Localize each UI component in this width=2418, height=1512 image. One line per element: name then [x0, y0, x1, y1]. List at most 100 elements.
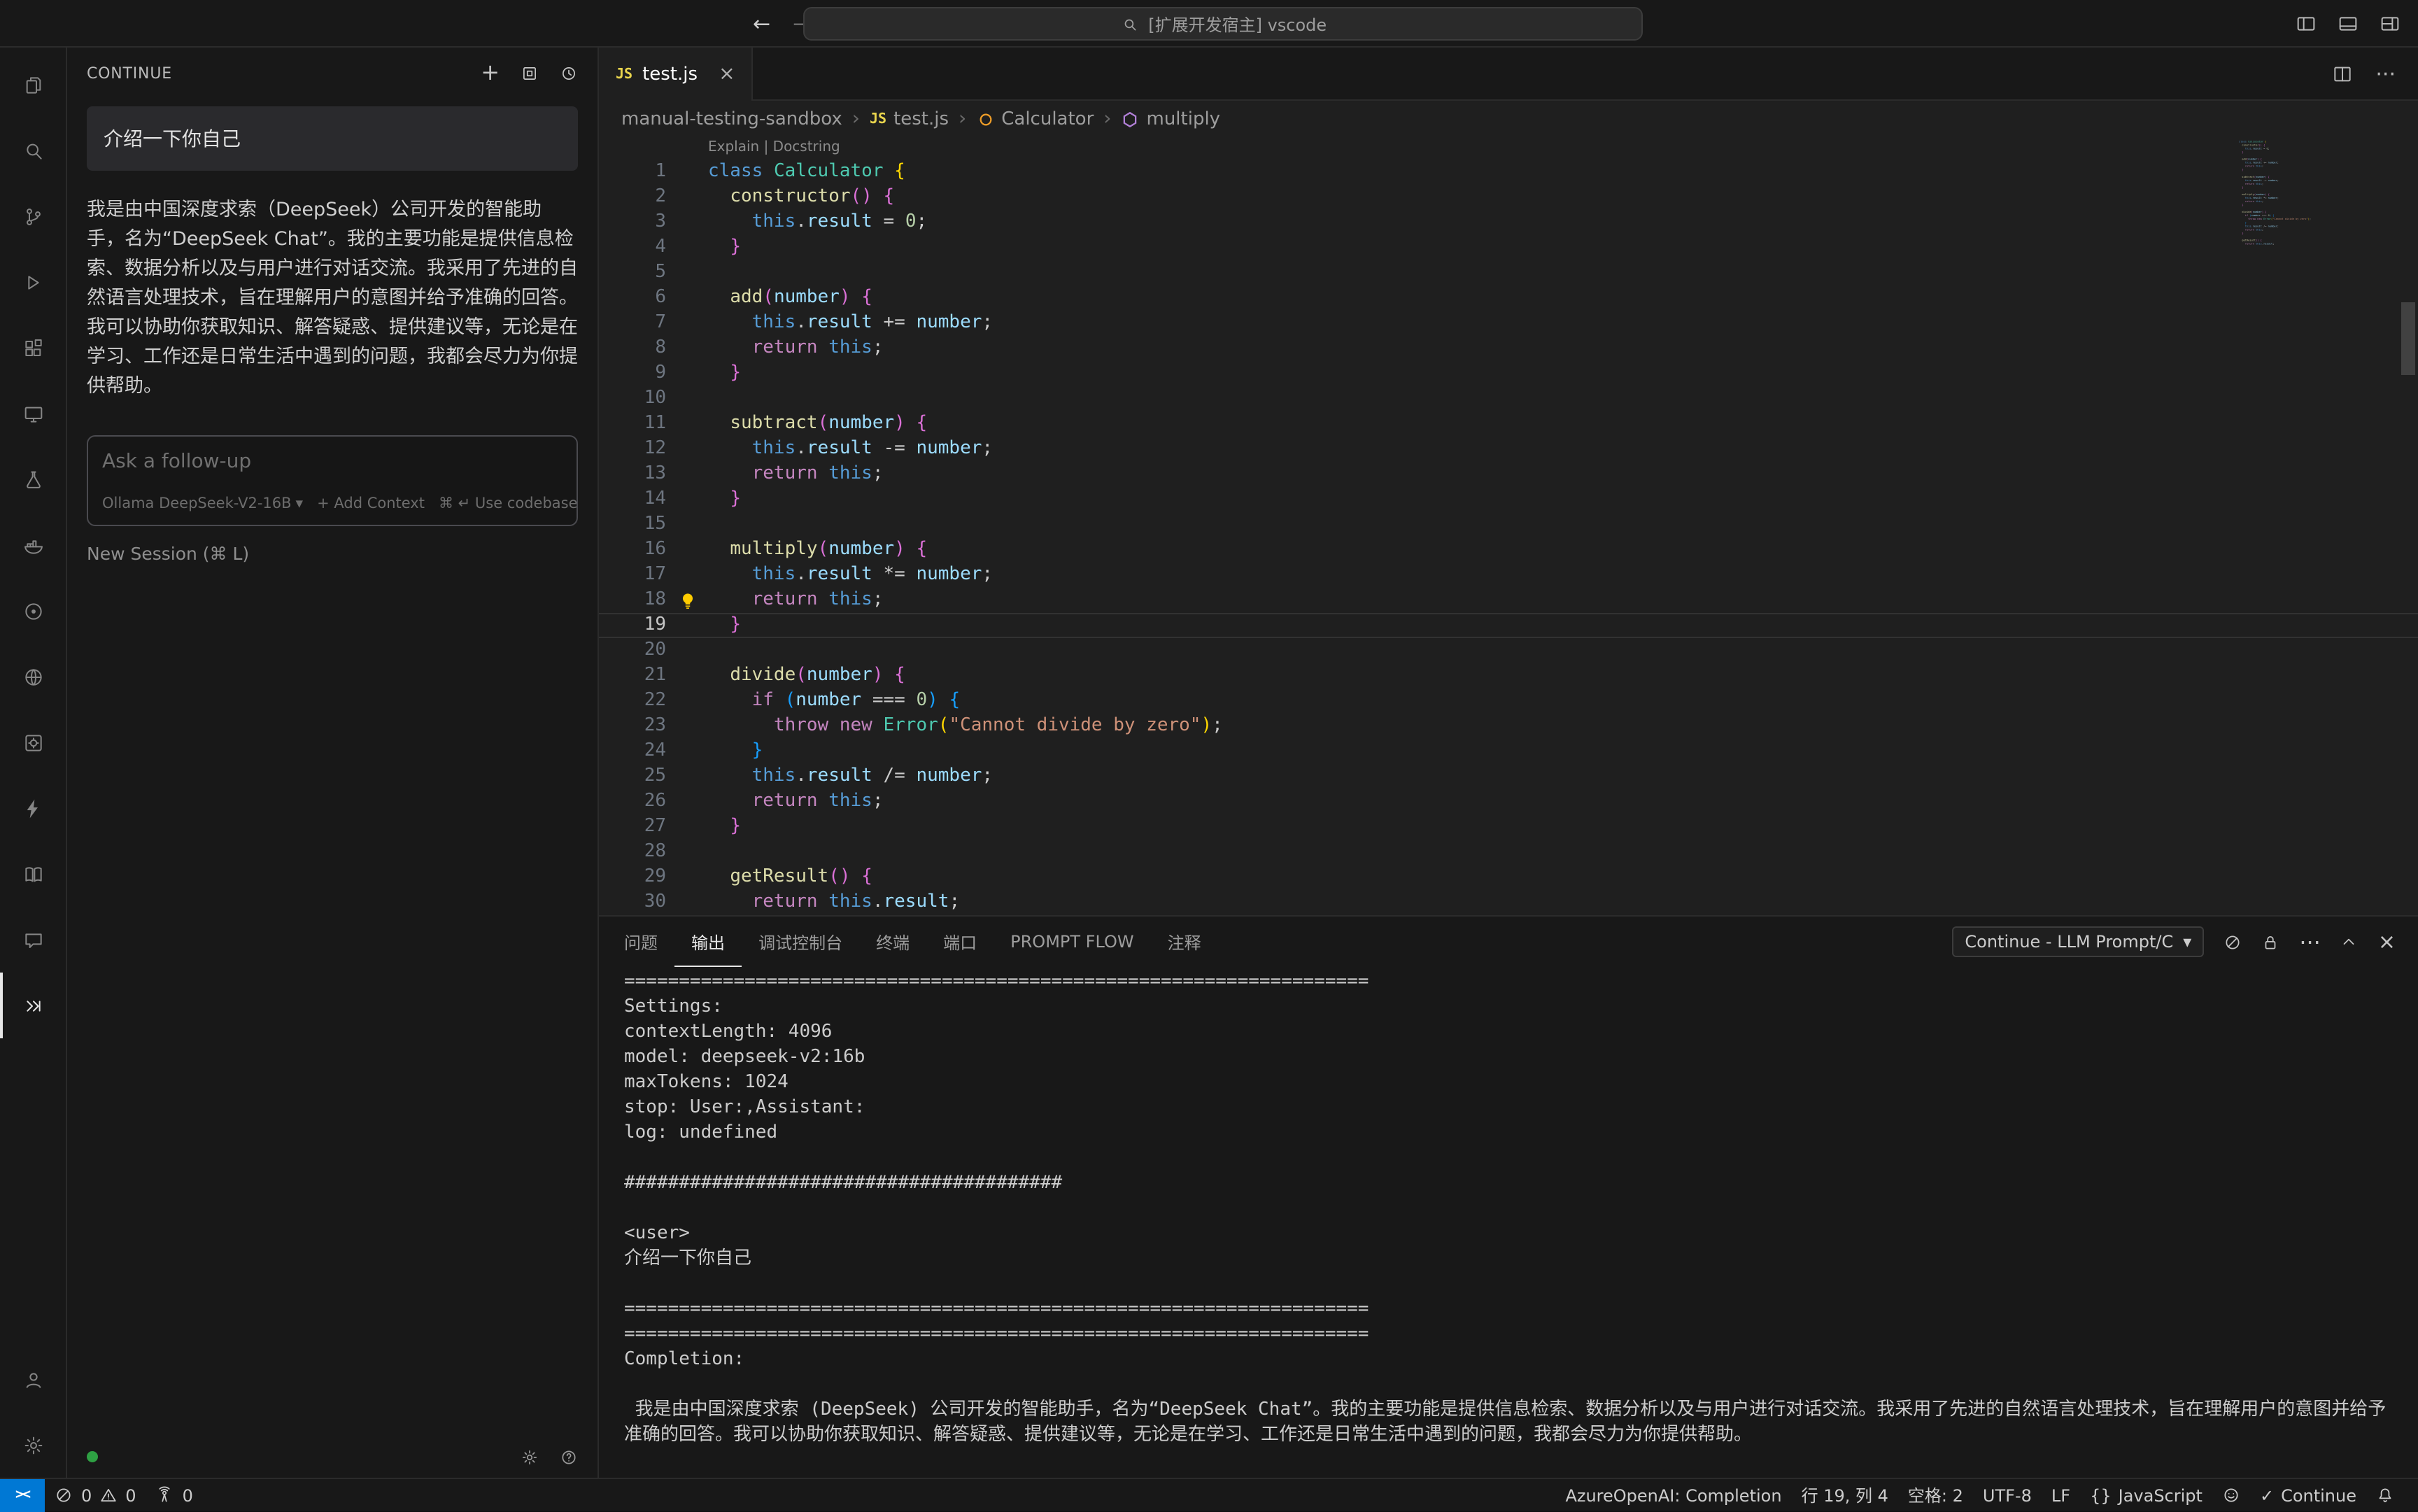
remote-indicator[interactable]: ><: [0, 1478, 45, 1512]
followup-input[interactable]: Ask a follow-up Ollama DeepSeek-V2-16B ▾…: [87, 435, 578, 526]
target-icon[interactable]: [0, 578, 66, 644]
line-number[interactable]: 3: [599, 210, 666, 235]
azure-openai-status[interactable]: AzureOpenAI: Completion: [1555, 1479, 1791, 1511]
feedback-indicator[interactable]: [2212, 1479, 2250, 1511]
close-tab-icon[interactable]: ×: [719, 63, 735, 85]
code-text[interactable]: }: [708, 814, 2418, 840]
code-text[interactable]: }: [2239, 169, 2244, 171]
code-text[interactable]: return this.result;: [708, 890, 2418, 915]
code-line[interactable]: 16 multiply(number) {: [599, 537, 2418, 563]
new-session-button[interactable]: New Session (⌘ L): [87, 543, 578, 564]
code-text[interactable]: }: [2239, 186, 2244, 189]
code-text[interactable]: [2239, 190, 2240, 192]
search-view-icon[interactable]: [0, 118, 66, 183]
code-text[interactable]: constructor() {: [708, 185, 2418, 210]
toggle-panel-icon[interactable]: [2337, 13, 2359, 35]
help-icon[interactable]: [560, 1448, 578, 1466]
code-text[interactable]: return this;: [2239, 228, 2263, 231]
clear-output-icon[interactable]: [2223, 933, 2242, 951]
indentation[interactable]: 空格: 2: [1898, 1479, 1973, 1511]
code-text[interactable]: class Calculator {: [2239, 140, 2266, 143]
code-text[interactable]: }: [2239, 232, 2244, 234]
accounts-icon[interactable]: [0, 1346, 66, 1412]
line-number[interactable]: 21: [599, 663, 666, 688]
code-line[interactable]: 2 constructor() {: [599, 185, 2418, 210]
line-number[interactable]: 10: [599, 386, 666, 411]
code-text[interactable]: this.result = 0;: [2239, 147, 2270, 150]
settings-gear-icon[interactable]: [0, 1412, 66, 1478]
container-tools-icon[interactable]: [0, 709, 66, 775]
line-number[interactable]: 9: [599, 361, 666, 386]
code-text[interactable]: [708, 260, 2418, 285]
docs-icon[interactable]: [0, 841, 66, 907]
code-line[interactable]: 12 this.result -= number;: [599, 437, 2418, 462]
code-text[interactable]: multiply(number) {: [2239, 193, 2270, 196]
code-text[interactable]: throw new Error("Cannot divide by zero")…: [2239, 218, 2311, 220]
open-in-editor-icon[interactable]: [521, 64, 539, 82]
panel-more-actions-icon[interactable]: ···: [2299, 928, 2321, 955]
code-line[interactable]: 19 }: [599, 613, 2418, 638]
code-line[interactable]: 1class Calculator {: [599, 160, 2418, 185]
line-number[interactable]: 12: [599, 437, 666, 462]
code-line[interactable]: 13 return this;: [599, 462, 2418, 487]
code-text[interactable]: }: [708, 739, 2418, 764]
code-text[interactable]: [2239, 172, 2240, 175]
code-line[interactable]: 27 }: [599, 814, 2418, 840]
code-line[interactable]: 23 throw new Error("Cannot divide by zer…: [599, 714, 2418, 739]
line-number[interactable]: 6: [599, 285, 666, 311]
line-number[interactable]: 8: [599, 336, 666, 361]
docker-icon[interactable]: [0, 512, 66, 578]
code-line[interactable]: 20: [599, 638, 2418, 663]
code-line[interactable]: 6 add(number) {: [599, 285, 2418, 311]
code-line[interactable]: 9 }: [599, 361, 2418, 386]
code-text[interactable]: if (number === 0) {: [708, 688, 2418, 714]
user-message[interactable]: 介绍一下你自己: [87, 106, 578, 171]
code-text[interactable]: getResult() {: [2239, 239, 2262, 241]
comments-icon[interactable]: [0, 907, 66, 973]
breadcrumb-class[interactable]: Calculator: [976, 108, 1094, 129]
thunder-client-icon[interactable]: [0, 775, 66, 841]
code-text[interactable]: return this;: [708, 336, 2418, 361]
line-number[interactable]: 19: [599, 613, 666, 638]
model-selector[interactable]: Ollama DeepSeek-V2-16B ▾: [102, 495, 303, 512]
ports-indicator[interactable]: 0: [146, 1479, 203, 1511]
code-line[interactable]: 18 return this;: [599, 588, 2418, 613]
code-text[interactable]: return this.result;: [2239, 242, 2274, 245]
code-text[interactable]: class Calculator {: [708, 160, 2418, 185]
problems-indicator[interactable]: 0 0: [45, 1479, 146, 1511]
code-editor[interactable]: Explain | Docstring 1class Calculator {2…: [599, 137, 2418, 915]
code-line[interactable]: 10: [599, 386, 2418, 411]
maximize-panel-icon[interactable]: [2340, 933, 2359, 951]
code-text[interactable]: }: [2239, 204, 2244, 206]
code-text[interactable]: subtract(number) {: [2239, 176, 2270, 178]
code-text[interactable]: multiply(number) {: [708, 537, 2418, 563]
code-text[interactable]: }: [2239, 221, 2247, 224]
tab-prompt-flow[interactable]: PROMPT FLOW: [994, 917, 1150, 967]
scroll-lock-icon[interactable]: [2261, 933, 2279, 951]
code-text[interactable]: subtract(number) {: [708, 411, 2418, 437]
tab-comments[interactable]: 注释: [1151, 917, 1218, 967]
code-line[interactable]: 25 this.result /= number;: [599, 764, 2418, 789]
code-text[interactable]: this.result -= number;: [708, 437, 2418, 462]
code-text[interactable]: divide(number) {: [2239, 211, 2266, 213]
code-text[interactable]: throw new Error("Cannot divide by zero")…: [708, 714, 2418, 739]
code-text[interactable]: }: [708, 235, 2418, 260]
editor-scrollbar[interactable]: [2401, 302, 2415, 375]
line-number[interactable]: 25: [599, 764, 666, 789]
code-line[interactable]: 26 return this;: [599, 789, 2418, 814]
code-text[interactable]: return this;: [708, 588, 2418, 613]
encoding[interactable]: UTF-8: [1973, 1479, 2042, 1511]
source-control-icon[interactable]: [0, 183, 66, 249]
code-line[interactable]: 7 this.result += number;: [599, 311, 2418, 336]
code-line[interactable]: 28: [599, 840, 2418, 865]
eol-sequence[interactable]: LF: [2042, 1479, 2080, 1511]
code-line[interactable]: 15: [599, 512, 2418, 537]
line-number[interactable]: 22: [599, 688, 666, 714]
toggle-sidebar-icon[interactable]: [2295, 13, 2317, 35]
line-number[interactable]: 4: [599, 235, 666, 260]
code-text[interactable]: this.result += number;: [2239, 162, 2279, 164]
code-line[interactable]: 3 this.result = 0;: [599, 210, 2418, 235]
line-number[interactable]: 30: [599, 890, 666, 915]
code-text[interactable]: return this;: [2239, 165, 2263, 168]
output-channel-select[interactable]: Continue - LLM Prompt/C ▾: [1952, 926, 2204, 957]
